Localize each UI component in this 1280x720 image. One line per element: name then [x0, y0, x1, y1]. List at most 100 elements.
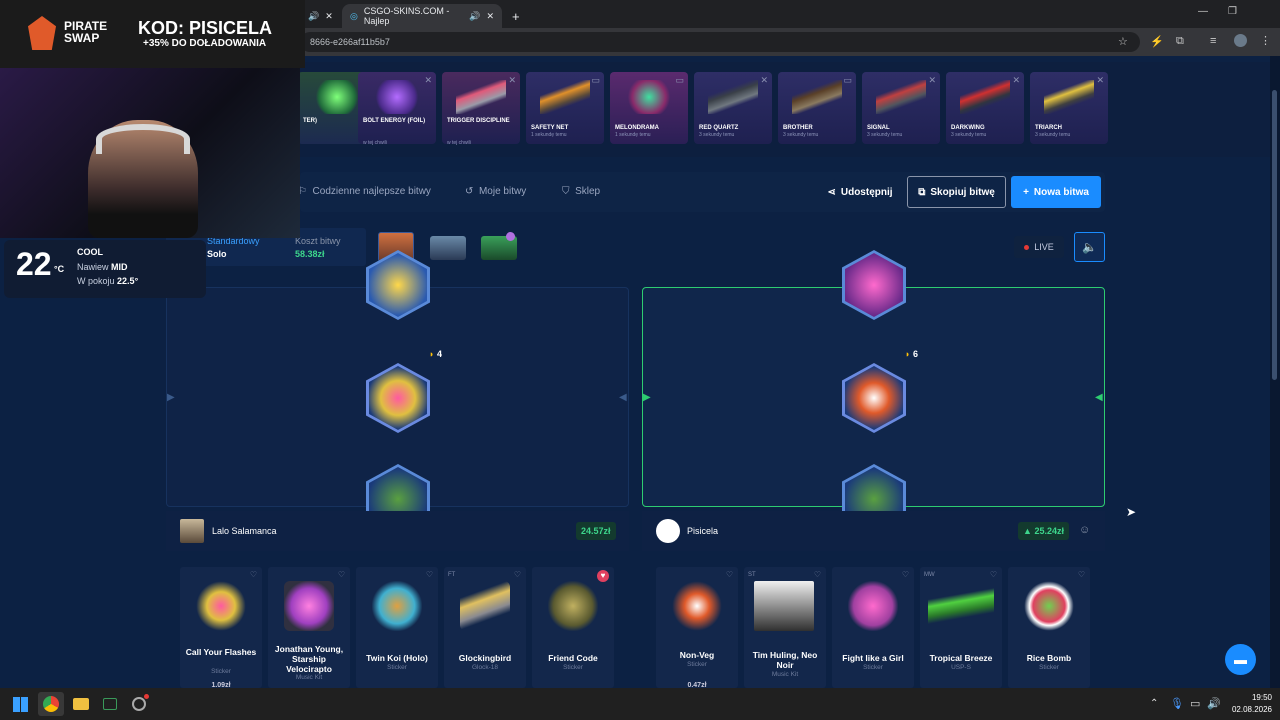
restore-icon[interactable]: ❐ — [1228, 6, 1237, 17]
avatar[interactable] — [180, 519, 204, 543]
won-item-card[interactable]: ♡ Rice Bomb Sticker — [1008, 567, 1090, 688]
reading-list-icon[interactable]: ≡ — [1210, 35, 1216, 47]
ticker-card[interactable]: MELONDRAMA 1 sekundę temu ▭ — [610, 72, 688, 144]
item-image — [284, 581, 334, 631]
close-icon[interactable]: ✕ — [508, 75, 516, 86]
browser-tab-previous[interactable]: 🔊 ✕ — [300, 4, 338, 28]
volume-icon[interactable]: 🔊 — [1207, 697, 1221, 710]
ticker-card[interactable]: BROTHER 3 sekundy temu ▭ — [778, 72, 856, 144]
ticker-item-time: 3 sekundy temu — [1035, 132, 1071, 138]
close-icon[interactable]: ✕ — [424, 75, 432, 86]
chevron-up-icon[interactable]: ⌃ — [1150, 698, 1158, 709]
ticker-card[interactable]: SAFETY NET 1 sekundę temu ▭ — [526, 72, 604, 144]
close-icon[interactable]: ✕ — [928, 75, 936, 86]
ticker-card[interactable]: TRIARCH 3 sekundy temu ✕ — [1030, 72, 1108, 144]
item-type: Sticker — [563, 664, 583, 671]
bookmark-star-icon[interactable]: ☆ — [1118, 35, 1128, 48]
won-item-card[interactable]: ♡ Jonathan Young, Starship Velocirapto M… — [268, 567, 350, 688]
ticker-card[interactable]: RED QUARTZ 3 sekundy temu ✕ — [694, 72, 772, 144]
item-title: Twin Koi (Holo) — [366, 653, 428, 663]
clock-date[interactable]: 02.08.2026 — [1222, 705, 1272, 714]
close-icon[interactable]: ▭ — [591, 75, 600, 86]
player-name[interactable]: Lalo Salamanca — [212, 526, 277, 536]
item-image — [1044, 80, 1094, 114]
clock-time[interactable]: 19:50 — [1228, 693, 1272, 702]
nav-my-battles[interactable]: ↺ Moje bitwy — [465, 186, 526, 197]
ticker-card[interactable]: TRIGGER DISCIPLINE w tej chwili ✕ — [442, 72, 520, 146]
item-image — [928, 581, 994, 631]
item-image — [960, 80, 1010, 114]
copy-battle-button[interactable]: ⧉ Skopiuj bitwę — [907, 176, 1006, 208]
chat-button[interactable]: ▬ — [1225, 644, 1256, 675]
heart-icon[interactable]: ♡ — [1078, 570, 1085, 579]
ticker-item-name: TRIGGER DISCIPLINE — [447, 118, 510, 124]
won-item-card[interactable]: ST ♡ Tim Huling, Neo Noir Music Kit — [744, 567, 826, 688]
item-image — [876, 80, 926, 114]
minimize-icon[interactable]: — — [1198, 6, 1208, 17]
close-icon[interactable]: ▭ — [675, 75, 684, 86]
item-image — [708, 80, 758, 114]
tab-close-icon[interactable]: ✕ — [486, 11, 494, 22]
nav-my-battles-label: Moje bitwy — [478, 186, 527, 197]
player-name[interactable]: Pisicela — [687, 526, 718, 536]
heart-icon[interactable]: ♡ — [990, 570, 997, 579]
item-image — [372, 80, 422, 114]
extension-icon[interactable]: ⚡ — [1150, 35, 1164, 48]
won-item-card[interactable]: ♡ Call Your Flashes Sticker 1.09zł — [180, 567, 262, 689]
sound-toggle-button[interactable]: 🔈 — [1074, 232, 1105, 262]
won-item-card[interactable]: ♥ Friend Code Sticker — [532, 567, 614, 688]
browser-menu-icon[interactable]: ⋮ — [1260, 34, 1271, 47]
won-item-card[interactable]: ♡ Fight like a Girl Sticker — [832, 567, 914, 688]
heart-icon[interactable]: ♡ — [514, 570, 521, 579]
close-icon[interactable]: ✕ — [760, 75, 768, 86]
page-scrollbar-thumb[interactable] — [1272, 90, 1277, 380]
heart-icon[interactable]: ♥ — [597, 570, 609, 582]
network-icon[interactable]: ▭ — [1190, 697, 1200, 710]
close-icon[interactable]: ✕ — [1012, 75, 1020, 86]
weather-line3: W pokoju 22.5° — [77, 276, 139, 286]
item-quality: ST — [748, 572, 756, 578]
windows-start-icon[interactable] — [13, 697, 28, 712]
speaker-icon: 🔈 — [1082, 240, 1097, 254]
won-item-card[interactable]: ♡ Non-Veg Sticker 0.47zł — [656, 567, 738, 689]
share-button[interactable]: ⋖ Udostępnij — [820, 176, 900, 208]
avatar[interactable] — [656, 519, 680, 543]
ticker-card[interactable]: SIGNAL 3 sekundy temu ✕ — [862, 72, 940, 144]
heart-icon[interactable]: ♡ — [338, 570, 345, 579]
site-favicon-icon: ◎ — [350, 10, 358, 21]
extensions-puzzle-icon[interactable]: ⧉ — [1176, 35, 1184, 48]
heart-icon[interactable]: ♡ — [726, 570, 733, 579]
new-battle-button[interactable]: + Nowa bitwa — [1011, 176, 1101, 208]
browser-tab-active[interactable]: ◎ CSGO-SKINS.COM - Najlep 🔊 ✕ — [342, 4, 502, 28]
ticker-item-name: RED QUARTZ — [699, 125, 739, 131]
arrow-up-icon: ▲ — [1023, 526, 1032, 536]
heart-icon[interactable]: ♡ — [814, 570, 821, 579]
ticker-card[interactable]: BOLT ENERGY (FOIL) w tej chwili ✕ — [358, 72, 436, 146]
close-icon[interactable]: ▭ — [843, 75, 852, 86]
won-item-card[interactable]: ♡ Twin Koi (Holo) Sticker — [356, 567, 438, 688]
ticker-item-name: BOLT ENERGY (FOIL) — [363, 118, 426, 124]
profile-avatar[interactable] — [1234, 34, 1247, 47]
ticker-card[interactable]: DARKWING 3 sekundy temu ✕ — [946, 72, 1024, 144]
new-tab-button[interactable]: + — [504, 4, 524, 28]
case-thumbnail[interactable] — [430, 236, 466, 260]
nav-shop[interactable]: ⛉ Sklep — [562, 186, 600, 197]
heart-icon[interactable]: ♡ — [250, 570, 257, 579]
won-item-card[interactable]: FT ♡ Glockingbird Glock-18 — [444, 567, 526, 688]
won-item-card[interactable]: MW ♡ Tropical Breeze USP-S — [920, 567, 1002, 688]
tab-close-icon[interactable]: ✕ — [325, 11, 333, 22]
nav-daily-best[interactable]: ⚐ Codzienne najlepsze bitwy — [298, 186, 431, 197]
chrome-icon[interactable] — [43, 696, 59, 712]
xbox-app-icon[interactable] — [103, 698, 117, 710]
close-icon[interactable]: ✕ — [1096, 75, 1104, 86]
file-explorer-icon[interactable] — [73, 698, 89, 710]
item-image — [460, 581, 510, 631]
url-input[interactable]: 8666-e266af11b5b7 — [300, 32, 1140, 52]
microphone-icon[interactable]: 🎙 — [1170, 697, 1184, 710]
item-image — [672, 581, 722, 631]
app-icon[interactable] — [132, 697, 146, 711]
heart-icon[interactable]: ♡ — [902, 570, 909, 579]
heart-icon[interactable]: ♡ — [426, 570, 433, 579]
item-title: Tropical Breeze — [929, 653, 993, 663]
emoji-icon[interactable]: ☺ — [1079, 524, 1090, 536]
